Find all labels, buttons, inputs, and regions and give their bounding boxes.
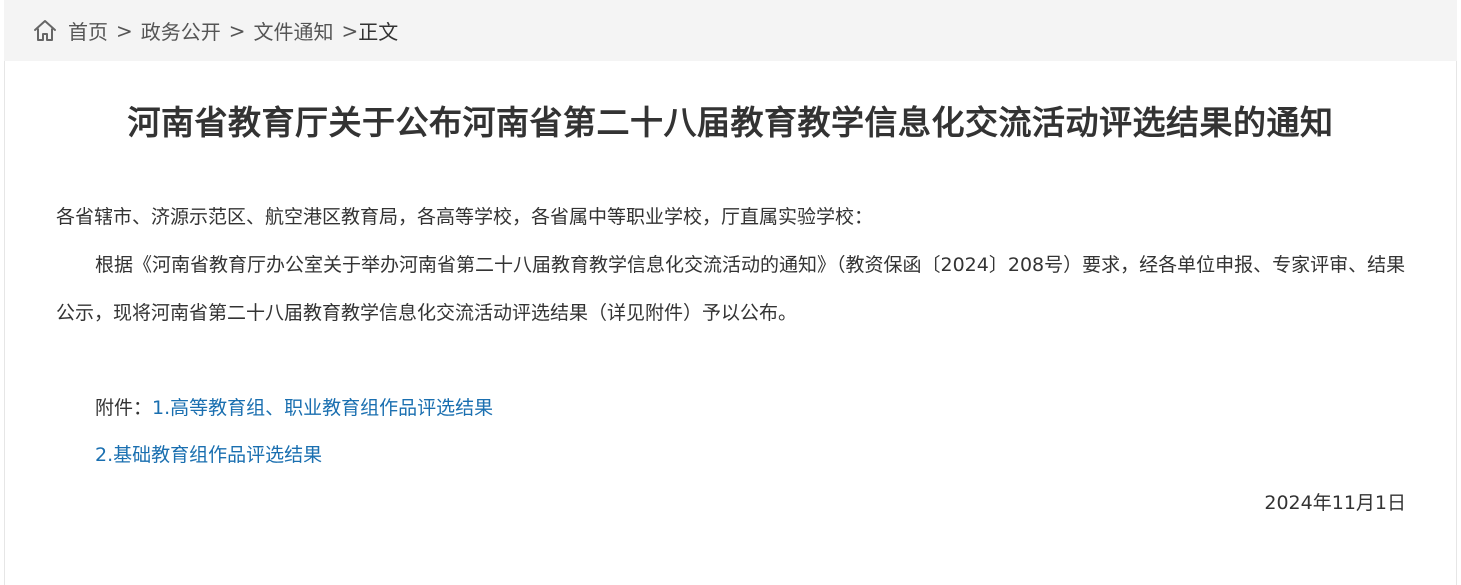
page-title: 河南省教育厅关于公布河南省第二十八届教育教学信息化交流活动评选结果的通知 bbox=[127, 103, 1334, 142]
breadcrumb-home-link[interactable]: 首页 bbox=[68, 16, 108, 45]
breadcrumb-category-link[interactable]: 文件通知 bbox=[254, 16, 334, 45]
breadcrumb: 首页 > 政务公开 > 文件通知 > 正文 bbox=[4, 0, 1457, 61]
home-icon[interactable] bbox=[32, 18, 58, 44]
breadcrumb-section-link[interactable]: 政务公开 bbox=[141, 16, 221, 45]
breadcrumb-separator: > bbox=[228, 18, 246, 43]
attachment-row: 2.基础教育组作品评选结果 bbox=[95, 440, 322, 470]
attachment-label: 附件： bbox=[95, 397, 153, 419]
attachment-link-1[interactable]: 1.高等教育组、职业教育组作品评选结果 bbox=[152, 397, 493, 419]
publish-date: 2024年11月1日 bbox=[1264, 492, 1406, 514]
breadcrumb-separator: > bbox=[116, 18, 133, 43]
breadcrumb-separator: > bbox=[341, 18, 359, 43]
attachment-link-2[interactable]: 2.基础教育组作品评选结果 bbox=[95, 444, 322, 466]
body-paragraph: 根据《河南省教育厅办公室关于举办河南省第二十八届教育教学信息化交流活动的通知》（… bbox=[56, 254, 1406, 324]
breadcrumb-current: 正文 bbox=[358, 20, 399, 44]
attachment-row: 附件：1.高等教育组、职业教育组作品评选结果 bbox=[95, 393, 493, 423]
salutation: 各省辖市、济源示范区、航空港区教育局，各高等学校，各省属中等职业学校，厅直属实验… bbox=[56, 206, 874, 228]
